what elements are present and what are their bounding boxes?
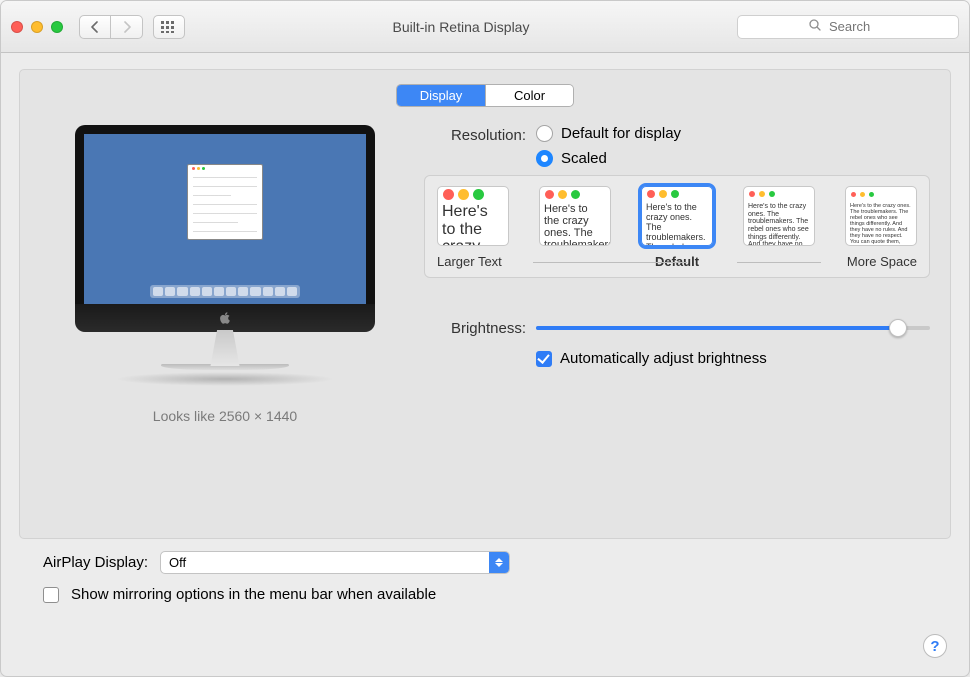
resolution-default-radio[interactable]: Default for display <box>536 125 681 142</box>
resolution-scaled-label: Scaled <box>561 150 607 167</box>
settings-right-column: Resolution: Default for display Scaled H… <box>424 125 930 424</box>
tab-display[interactable]: Display <box>397 85 485 106</box>
mirroring-label: Show mirroring options in the menu bar w… <box>71 586 436 603</box>
scale-option-0[interactable]: Here's to the crazy ones. The troublemak… <box>437 186 509 246</box>
tab-bar: Display Color <box>40 84 930 107</box>
display-preview: Looks like 2560 × 1440 <box>40 125 410 424</box>
help-button[interactable]: ? <box>923 634 947 658</box>
apple-logo-icon <box>75 304 375 332</box>
search-icon <box>809 19 821 34</box>
scale-option-1[interactable]: Here's to the crazy ones. The troublemak… <box>539 186 611 246</box>
search-field[interactable] <box>737 15 959 39</box>
scale-label-default: Default <box>529 254 825 269</box>
resolution-default-label: Default for display <box>561 125 681 142</box>
window-toolbar: Built-in Retina Display <box>1 1 969 53</box>
window-controls <box>11 21 63 33</box>
scale-option-3[interactable]: Here's to the crazy ones. The troublemak… <box>743 186 815 246</box>
scale-label-larger: Larger Text <box>437 254 529 269</box>
search-input[interactable] <box>827 18 887 35</box>
zoom-button[interactable] <box>51 21 63 33</box>
back-button[interactable] <box>79 15 111 39</box>
nav-buttons <box>79 15 143 39</box>
window-content: Display Color <box>1 53 969 625</box>
mirroring-checkbox[interactable] <box>43 587 59 603</box>
resolution-label: Resolution: <box>424 125 536 144</box>
forward-button[interactable] <box>111 15 143 39</box>
preferences-window: Built-in Retina Display Display Color <box>0 0 970 677</box>
auto-brightness-checkbox[interactable] <box>536 351 552 367</box>
resolution-scale-picker: Here's to the crazy ones. The troublemak… <box>424 175 930 278</box>
preview-sample-window <box>187 164 263 240</box>
scale-label-more: More Space <box>825 254 917 269</box>
window-title: Built-in Retina Display <box>195 19 727 35</box>
settings-panel: Display Color <box>19 69 951 539</box>
brightness-label: Brightness: <box>424 320 536 337</box>
airplay-value: Off <box>169 555 186 570</box>
airplay-select[interactable]: Off <box>160 551 510 574</box>
scale-option-4[interactable]: Here's to the crazy ones. The troublemak… <box>845 186 917 246</box>
auto-brightness-label: Automatically adjust brightness <box>560 350 767 367</box>
looks-like-label: Looks like 2560 × 1440 <box>153 408 297 424</box>
close-button[interactable] <box>11 21 23 33</box>
preview-dock <box>150 285 300 298</box>
resolution-scaled-radio[interactable]: Scaled <box>536 150 681 167</box>
bottom-controls: AirPlay Display: Off Show mirroring opti… <box>19 539 951 603</box>
airplay-label: AirPlay Display: <box>43 554 148 571</box>
display-preview-screen <box>84 134 366 304</box>
show-all-button[interactable] <box>153 15 185 39</box>
scale-option-2[interactable]: Here's to the crazy ones. The troublemak… <box>641 186 713 246</box>
chevron-updown-icon <box>489 552 509 573</box>
brightness-slider[interactable] <box>536 318 930 338</box>
tab-color[interactable]: Color <box>485 85 573 106</box>
minimize-button[interactable] <box>31 21 43 33</box>
